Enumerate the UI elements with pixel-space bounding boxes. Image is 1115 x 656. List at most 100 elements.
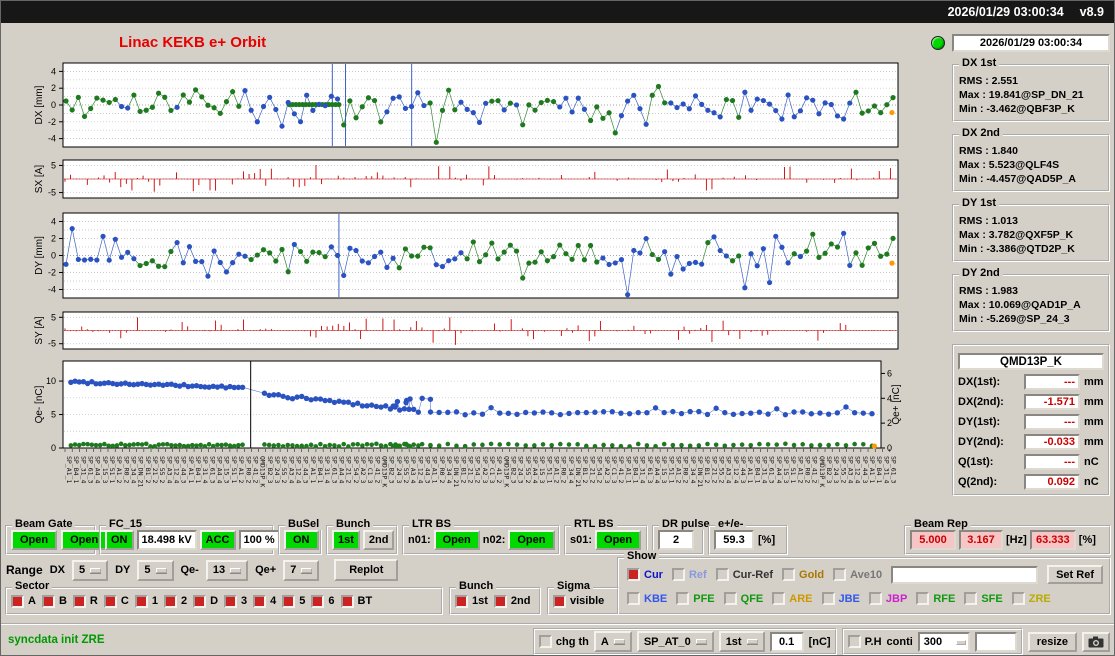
- show-cur[interactable]: Cur: [627, 568, 663, 581]
- range-qe-minus-dropdown[interactable]: 13: [205, 559, 249, 581]
- right-panel: 2026/01/29 03:00:34 DX 1st RMS : 2.551 Max…: [952, 34, 1110, 496]
- sector-6[interactable]: 6: [311, 594, 335, 608]
- show-sfe[interactable]: SFE: [964, 592, 1003, 605]
- ph-checkbox[interactable]: P.H: [847, 635, 882, 648]
- resize-button[interactable]: resize: [1027, 631, 1077, 652]
- svg-text:SP_B4_1: SP_B4_1: [194, 456, 202, 483]
- count-combobox[interactable]: 300: [917, 631, 970, 652]
- threshold-field[interactable]: 0.1: [769, 631, 804, 652]
- bpm-dropdown[interactable]: SP_AT_0: [636, 631, 714, 652]
- svg-text:SP_51_1: SP_51_1: [545, 456, 553, 483]
- sector-2[interactable]: 2: [163, 594, 187, 608]
- show-jbe[interactable]: JBE: [821, 592, 860, 605]
- sector-b[interactable]: B: [41, 594, 67, 608]
- show-kbe[interactable]: KBE: [627, 592, 667, 605]
- sector-c[interactable]: C: [103, 594, 129, 608]
- bunch-2nd[interactable]: 2nd: [493, 594, 530, 608]
- sector-3[interactable]: 3: [224, 594, 247, 608]
- set-ref-button[interactable]: Set Ref: [1047, 565, 1103, 584]
- ratio-unit-label: [%]: [758, 534, 776, 546]
- bunch-dropdown[interactable]: 1st: [718, 631, 765, 652]
- show-ref[interactable]: Ref: [671, 568, 707, 581]
- svg-text:SP_31_4: SP_31_4: [79, 456, 87, 483]
- fc15-on-button[interactable]: ON: [105, 530, 134, 550]
- sector-a[interactable]: A: [11, 594, 36, 608]
- orbit-plots: 4 2 0 -2 -4 DX [mm] 5 -5 SX [A] 4 2 0 -2 -4 DY [mm] 5 -5…: [1, 29, 906, 521]
- svg-text:SP_21_2: SP_21_2: [467, 456, 475, 483]
- checkbox-label: 4: [270, 595, 277, 607]
- beam-gate-open-button-1[interactable]: Open: [11, 530, 58, 550]
- sector-1[interactable]: 1: [134, 594, 158, 608]
- busel-on-button[interactable]: ON: [284, 530, 319, 550]
- chg-th-checkbox[interactable]: chg th: [538, 635, 589, 648]
- show-zre[interactable]: ZRE: [1011, 592, 1051, 605]
- svg-text:SP_DN_21: SP_DN_21: [696, 456, 704, 487]
- bunch-1st[interactable]: 1st: [455, 594, 488, 608]
- show-are[interactable]: ARE: [772, 592, 813, 605]
- svg-text:SP_A2_3: SP_A2_3: [359, 456, 367, 483]
- svg-text:SP_54_2: SP_54_2: [596, 456, 604, 483]
- range-dy-dropdown[interactable]: 5: [137, 559, 174, 581]
- sector-group: Sector A B R C 1 2 D 3 4 5 6 BT: [5, 580, 443, 615]
- svg-text:SX [A]: SX [A]: [34, 165, 45, 194]
- checkbox-indicator: [847, 635, 861, 648]
- sector-5[interactable]: 5: [282, 594, 306, 608]
- ref-name-input[interactable]: [891, 565, 1039, 584]
- show-gold[interactable]: Gold: [782, 568, 824, 581]
- bunch-label: Bunch: [333, 518, 374, 530]
- svg-text:SP_R0_2: SP_R0_2: [682, 456, 690, 483]
- ltr-n02-open-button[interactable]: Open: [508, 530, 555, 550]
- sigma-visible[interactable]: visible: [553, 594, 604, 608]
- range-qe-plus-dropdown[interactable]: 7: [283, 559, 320, 581]
- monitor-row: Q(2nd): 0.092 nC: [958, 474, 1104, 490]
- checkbox-label: Ref: [688, 568, 707, 581]
- fc15-acc-button[interactable]: ACC: [199, 530, 236, 550]
- show-qfe[interactable]: QFE: [723, 592, 763, 605]
- svg-text:Qe- [nC]: Qe- [nC]: [34, 385, 45, 423]
- camera-button[interactable]: [1082, 631, 1110, 652]
- sector-bt[interactable]: BT: [340, 594, 372, 608]
- show-jbp[interactable]: JBP: [868, 592, 907, 605]
- dr-pulse-field[interactable]: 2: [658, 530, 694, 550]
- sector-r[interactable]: R: [72, 594, 98, 608]
- blank-field[interactable]: [974, 631, 1017, 652]
- titlebar-datetime: 2026/01/29 03:00:34: [947, 5, 1064, 19]
- bunch-2nd-button[interactable]: 2nd: [362, 530, 395, 550]
- svg-text:SP_B4_1: SP_B4_1: [753, 456, 761, 483]
- monitor-row: Q(1st): --- nC: [958, 454, 1104, 470]
- bunch-1st-button[interactable]: 1st: [332, 530, 360, 550]
- bunch-select-group: Bunch 1st 2nd: [449, 580, 541, 615]
- sector-d[interactable]: D: [193, 594, 219, 608]
- fc15-label: FC_15: [106, 518, 146, 530]
- checkbox-indicator: [11, 594, 24, 608]
- replot-button[interactable]: Replot: [334, 559, 399, 581]
- checkbox-indicator: [627, 592, 640, 605]
- svg-text:SP_54_2: SP_54_2: [352, 456, 360, 483]
- ltr-n01-open-button[interactable]: Open: [433, 530, 480, 550]
- checkbox-label: D: [210, 595, 219, 607]
- show-ave10[interactable]: Ave10: [833, 568, 882, 581]
- range-dx-dropdown[interactable]: 5: [71, 559, 109, 581]
- show-cur-ref[interactable]: Cur-Ref: [715, 568, 773, 581]
- svg-text:SP_A3_4: SP_A3_4: [409, 456, 417, 483]
- show-rfe[interactable]: RFE: [916, 592, 955, 605]
- bpm-monitor-rows: DX(1st): --- mm DX(2nd): -1.571 mm DY(1st): ---…: [958, 374, 1104, 490]
- titlebar: 2026/01/29 03:00:34 v8.9: [1, 1, 1114, 23]
- svg-text:SP_A1_1: SP_A1_1: [65, 456, 73, 483]
- sector-4[interactable]: 4: [253, 594, 277, 608]
- svg-text:SP_B4_1: SP_B4_1: [316, 456, 324, 483]
- svg-text:5: 5: [51, 160, 56, 170]
- monitor-row: DY(2nd): -0.033 mm: [958, 434, 1104, 450]
- sector-dropdown[interactable]: A: [593, 631, 632, 652]
- svg-text:SP_21_2: SP_21_2: [345, 456, 353, 483]
- ltr-bs-group: LTR BS n01: Open n02: Open: [402, 518, 560, 555]
- bpm-name-field[interactable]: QMD13P_K: [958, 353, 1104, 370]
- checkbox-label: 5: [299, 595, 306, 607]
- checkbox-indicator: [224, 594, 238, 608]
- svg-text:SP_12_4: SP_12_4: [294, 456, 302, 483]
- svg-text:-2: -2: [48, 117, 56, 127]
- show-pfe[interactable]: PFE: [676, 592, 715, 605]
- stats-min: Min : -4.457@QAD5P_A: [959, 173, 1077, 185]
- rtl-s01-open-button[interactable]: Open: [595, 530, 642, 550]
- svg-text:SP_31_4: SP_31_4: [323, 456, 331, 483]
